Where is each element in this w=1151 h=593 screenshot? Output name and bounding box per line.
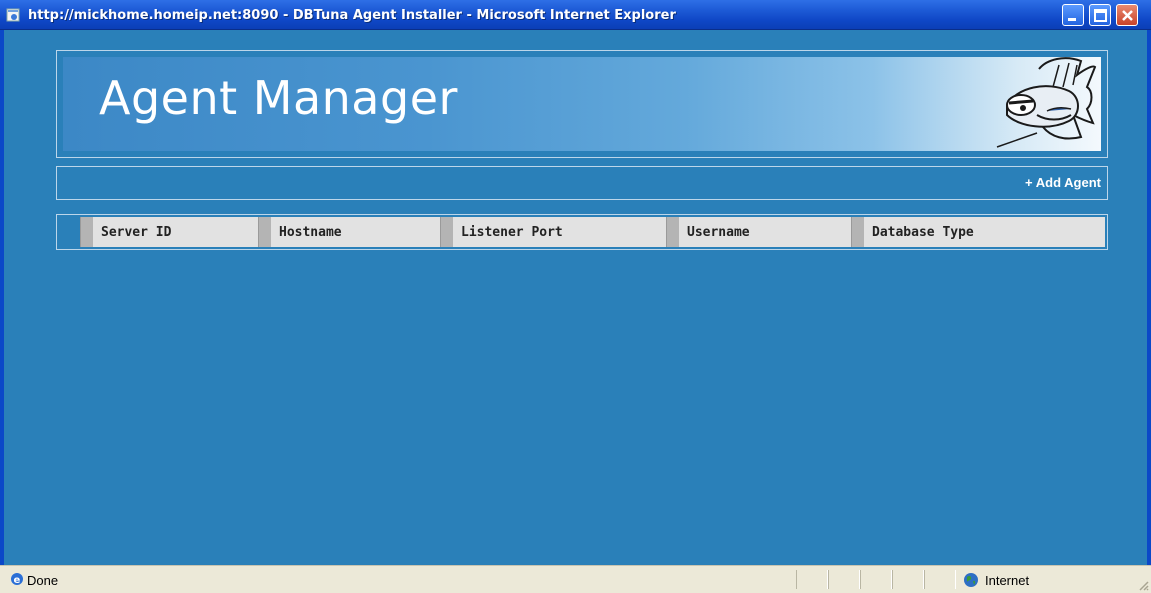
- agents-table: Server ID Hostname Listener Port Usernam…: [56, 214, 1108, 250]
- column-header-server-id[interactable]: Server ID: [80, 217, 258, 247]
- status-bar: e Done Internet: [0, 565, 1151, 593]
- security-zone-text: Internet: [985, 573, 1030, 588]
- column-header-listener-port[interactable]: Listener Port: [440, 217, 666, 247]
- svg-text:e: e: [14, 575, 21, 586]
- maximize-icon: [1094, 9, 1107, 22]
- window-titlebar[interactable]: http://mickhome.homeip.net:8090 - DBTuna…: [0, 0, 1151, 30]
- status-panel: [892, 570, 924, 589]
- add-agent-link[interactable]: + Add Agent: [1025, 175, 1101, 190]
- status-panel: [796, 570, 828, 589]
- status-panel: [828, 570, 860, 589]
- close-button[interactable]: [1116, 4, 1138, 26]
- window-title: http://mickhome.homeip.net:8090 - DBTuna…: [28, 8, 676, 23]
- internet-globe-icon: [964, 573, 978, 587]
- column-header-hostname[interactable]: Hostname: [258, 217, 440, 247]
- minimize-icon: [1068, 18, 1076, 21]
- maximize-button[interactable]: [1089, 4, 1111, 26]
- ie-status-icon: e: [11, 573, 23, 586]
- column-header-database-type[interactable]: Database Type: [851, 217, 1105, 247]
- page-content: Agent Manager + Add Agent Server ID Host…: [4, 30, 1147, 564]
- status-text: Done: [27, 573, 59, 588]
- status-panel: [924, 570, 956, 589]
- header-banner: Agent Manager: [63, 57, 1101, 151]
- status-panel: [860, 570, 892, 589]
- ie-page-icon: [6, 7, 22, 22]
- column-header-username[interactable]: Username: [666, 217, 851, 247]
- minimize-button[interactable]: [1062, 4, 1084, 26]
- fish-mascot-logo: [996, 57, 1097, 148]
- toolbar-panel: + Add Agent: [56, 166, 1108, 200]
- header-panel: Agent Manager: [56, 50, 1108, 158]
- window-frame-right: [1147, 30, 1151, 565]
- close-icon: [1122, 10, 1133, 21]
- page-title: Agent Manager: [99, 71, 458, 125]
- table-header-spacer: [59, 217, 80, 247]
- table-header-row: Server ID Hostname Listener Port Usernam…: [59, 217, 1105, 247]
- resize-grip-icon[interactable]: [1137, 579, 1149, 591]
